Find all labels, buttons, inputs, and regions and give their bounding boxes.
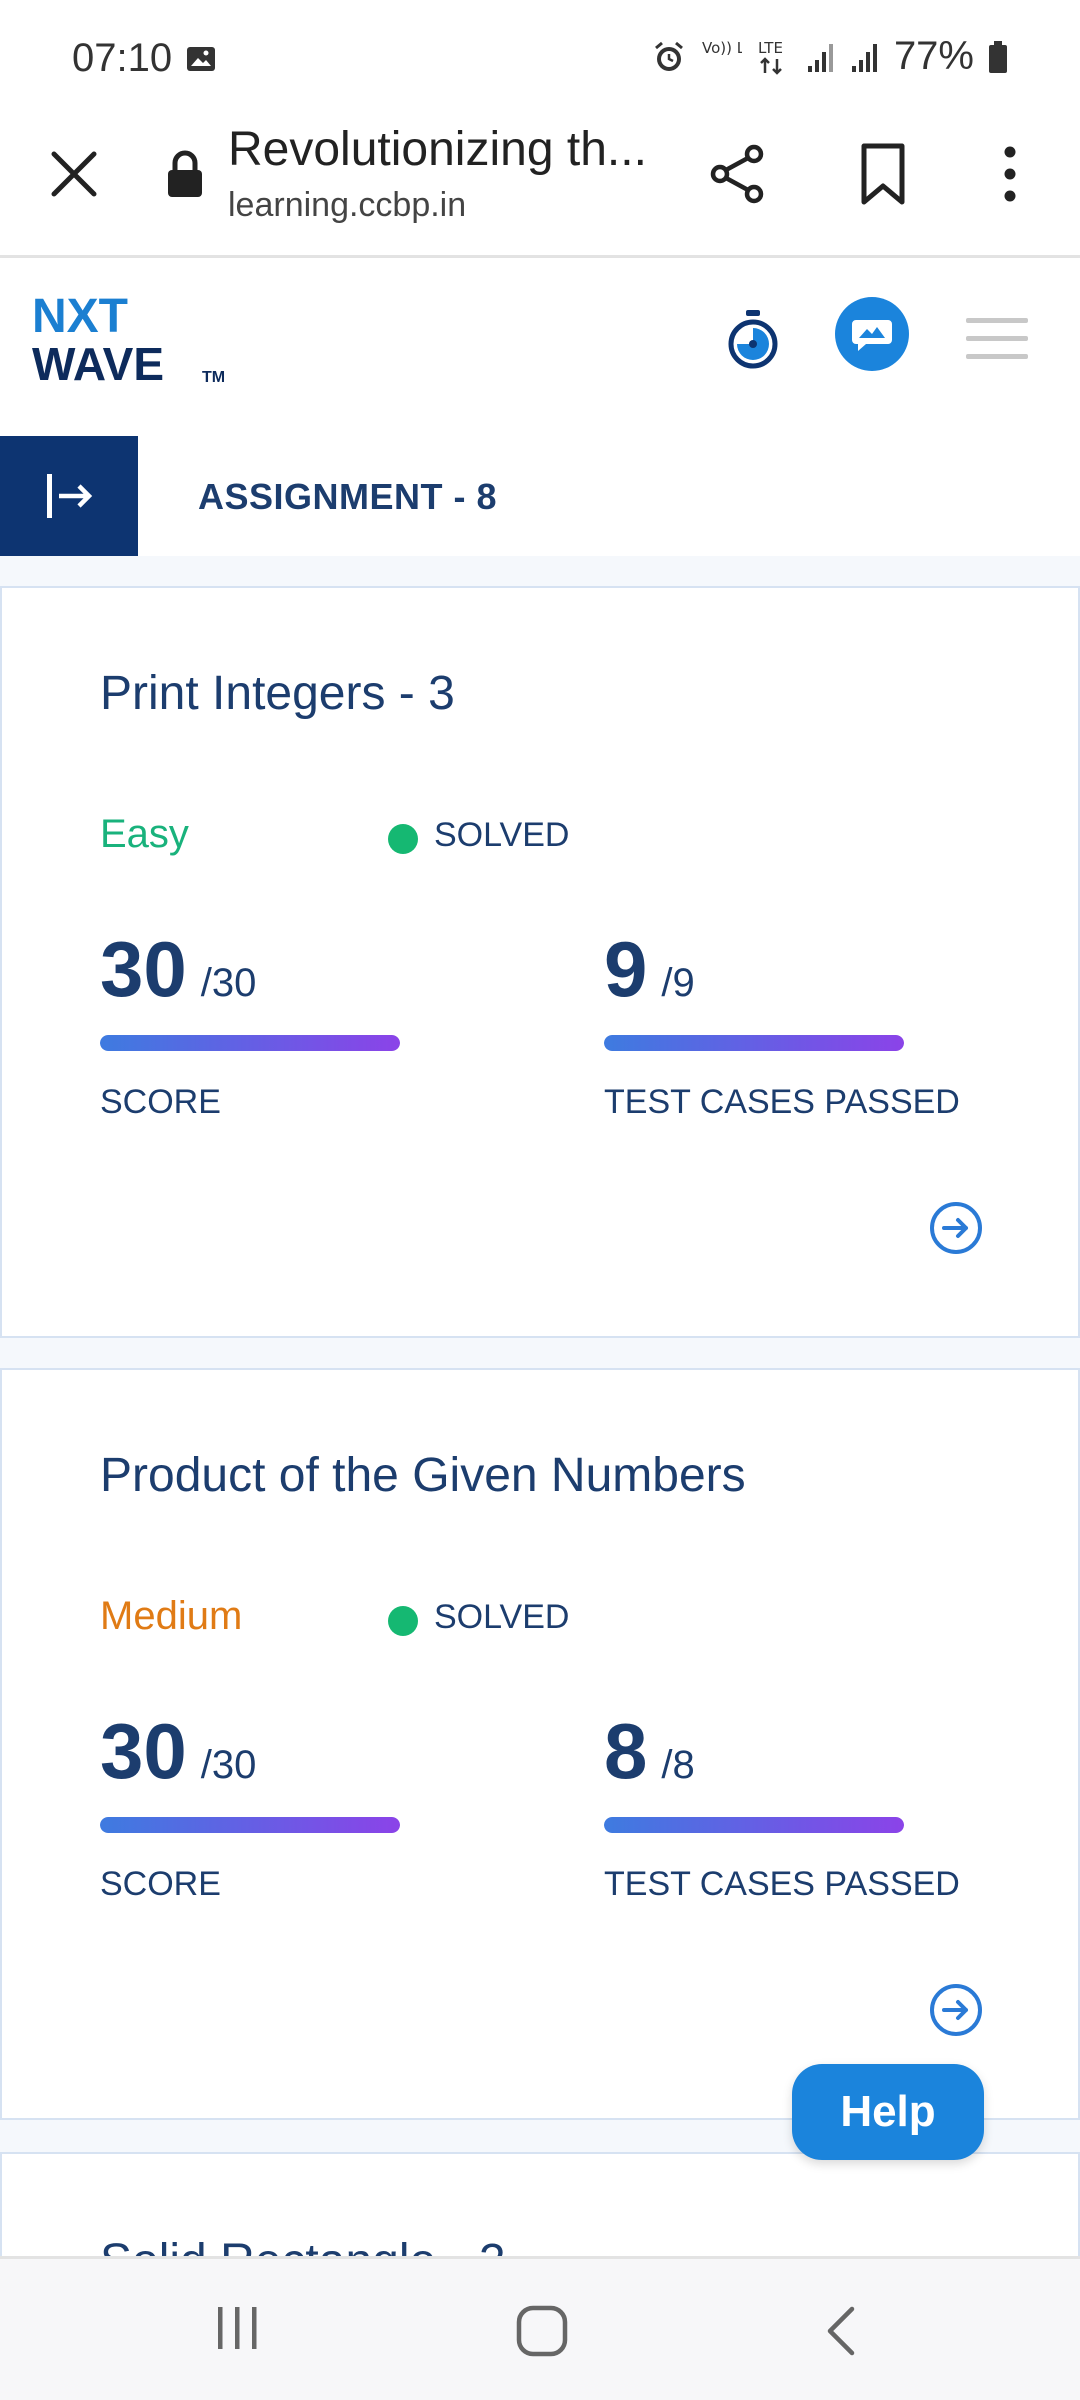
question-title[interactable]: Print Integers - 3 — [100, 666, 455, 721]
browser-page-title[interactable]: Revolutionizing th... — [228, 122, 647, 177]
arrow-right-circle-icon[interactable] — [928, 1200, 984, 1256]
score-label: SCORE — [100, 1865, 221, 1903]
volte-label: Vo)) LTE1 — [702, 39, 742, 57]
test-cases-total: /9 — [661, 961, 695, 1005]
bookmark-icon[interactable] — [856, 142, 910, 206]
test-cases-progress-bar — [604, 1035, 904, 1051]
score-progress-fill — [100, 1035, 400, 1051]
system-nav-bar — [0, 2256, 1080, 2400]
question-card[interactable]: Product of the Given Numbers Medium SOLV… — [0, 1368, 1080, 2120]
hamburger-menu-icon[interactable] — [966, 314, 1028, 362]
status-icons: Vo)) LTE1 LTE 77% — [652, 34, 1008, 79]
score-progress-fill — [100, 1817, 400, 1833]
more-options-icon[interactable] — [990, 142, 1030, 206]
test-cases-value: 8 — [604, 1707, 648, 1795]
assignment-bar: ASSIGNMENT - 8 — [0, 436, 1080, 556]
status-label: SOLVED — [434, 816, 570, 854]
logo-text-bottom: WAVE — [32, 338, 164, 390]
assignment-title: ASSIGNMENT - 8 — [198, 476, 498, 517]
browser-url[interactable]: learning.ccbp.in — [228, 186, 466, 225]
question-card[interactable]: Print Integers - 3 Easy SOLVED 30 /30 SC… — [0, 586, 1080, 1338]
score-total: /30 — [200, 961, 257, 1005]
lte-label: LTE — [758, 39, 783, 57]
battery-percent: 77% — [893, 34, 974, 78]
back-icon[interactable] — [820, 2303, 860, 2359]
sidebar-toggle-button[interactable] — [0, 436, 138, 556]
photo-notification-icon — [187, 47, 215, 71]
test-cases-progress-fill — [604, 1035, 904, 1051]
share-icon[interactable] — [706, 142, 770, 206]
score-label: SCORE — [100, 1083, 221, 1121]
solved-status-dot — [388, 1606, 418, 1636]
logo-tm: TM — [202, 369, 225, 386]
difficulty-label: Easy — [100, 812, 189, 856]
test-cases-metric: 8 /8 TEST CASES PASSED — [604, 1706, 1024, 1904]
test-cases-progress-bar — [604, 1817, 904, 1833]
solved-status-dot — [388, 824, 418, 854]
test-cases-metric: 9 /9 TEST CASES PASSED — [604, 924, 1024, 1122]
test-cases-label: TEST CASES PASSED — [604, 1083, 960, 1121]
test-cases-label: TEST CASES PASSED — [604, 1865, 960, 1903]
score-value: 30 — [100, 925, 187, 1013]
score-metric: 30 /30 SCORE — [100, 1706, 520, 1904]
status-label: SOLVED — [434, 1598, 570, 1636]
home-icon[interactable] — [514, 2303, 570, 2359]
battery-icon — [989, 40, 1007, 73]
status-time: 07:10 — [72, 36, 173, 80]
score-value: 30 — [100, 1707, 187, 1795]
score-progress-bar — [100, 1035, 400, 1051]
lte-icon: LTE — [758, 39, 783, 75]
score-metric: 30 /30 SCORE — [100, 924, 520, 1122]
help-button[interactable]: Help — [792, 2064, 984, 2160]
test-cases-progress-fill — [604, 1817, 904, 1833]
logo-text-top: NXT — [32, 290, 128, 343]
score-progress-bar — [100, 1817, 400, 1833]
app-header: NXT WAVE TM — [0, 258, 1080, 436]
alarm-icon — [654, 41, 683, 71]
test-cases-total: /8 — [661, 1743, 695, 1787]
difficulty-label: Medium — [100, 1594, 243, 1638]
stopwatch-icon[interactable] — [724, 308, 782, 372]
expand-sidebar-icon — [47, 474, 93, 518]
chat-icon[interactable] — [834, 296, 910, 372]
lock-icon — [168, 150, 202, 197]
browser-toolbar: Revolutionizing th... learning.ccbp.in — [0, 120, 1080, 258]
recent-apps-icon[interactable] — [212, 2303, 264, 2353]
volte-icon: Vo)) LTE1 — [702, 39, 742, 57]
status-bar: 07:10 Vo)) LTE1 LTE — [0, 0, 1080, 120]
test-cases-value: 9 — [604, 925, 648, 1013]
signal-icon-1 — [807, 43, 833, 72]
score-total: /30 — [200, 1743, 257, 1787]
nxtwave-logo[interactable]: NXT WAVE TM — [32, 288, 242, 398]
question-title[interactable]: Product of the Given Numbers — [100, 1448, 746, 1503]
question-card-partial[interactable]: Solid Rectangle - 2 — [0, 2152, 1080, 2262]
close-icon[interactable] — [44, 144, 104, 204]
signal-icon-2 — [851, 43, 877, 72]
arrow-right-circle-icon[interactable] — [928, 1982, 984, 2038]
